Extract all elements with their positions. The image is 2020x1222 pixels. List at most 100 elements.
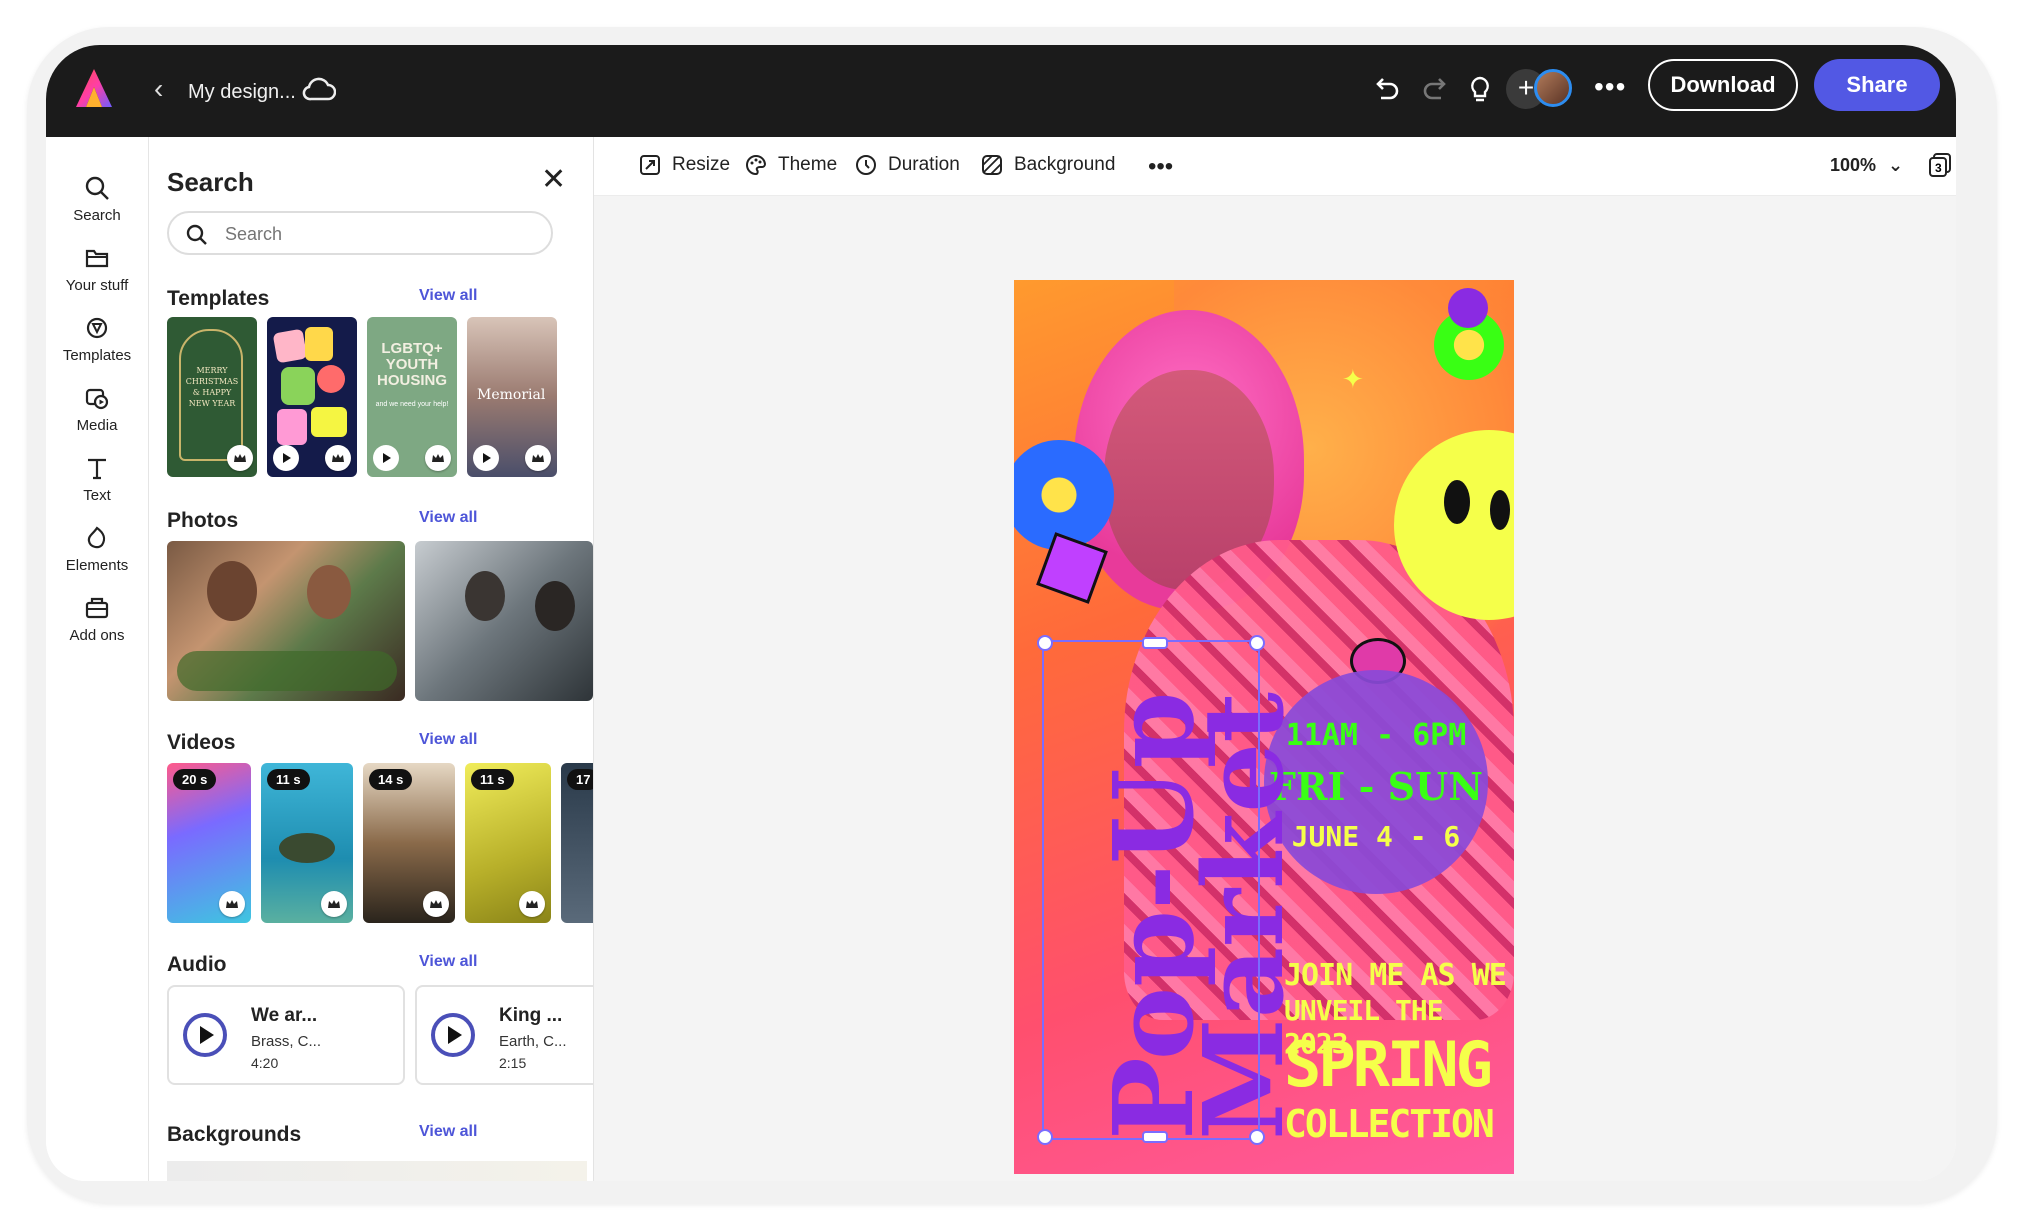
- play-icon[interactable]: [373, 445, 399, 471]
- panel-title: Search: [167, 167, 254, 197]
- rail-label: Add ons: [69, 627, 125, 644]
- play-icon[interactable]: [183, 1013, 227, 1057]
- template-thumb-christmas[interactable]: MERRY CHRISTMAS & HAPPY NEW YEAR: [167, 317, 257, 477]
- poster-collection[interactable]: COLLECTION: [1284, 1102, 1495, 1146]
- video-thumb[interactable]: 20 s: [167, 763, 251, 923]
- folder-icon: [85, 249, 109, 268]
- video-thumb[interactable]: 17: [561, 763, 593, 923]
- pages-icon[interactable]: 3: [1926, 151, 1954, 179]
- video-thumb[interactable]: 11 s: [465, 763, 551, 923]
- rail-item-add-ons[interactable]: Add ons: [46, 595, 148, 644]
- zoom-value: 100%: [1830, 155, 1877, 175]
- selection-box[interactable]: [1037, 635, 1265, 1145]
- video-thumb[interactable]: 14 s: [363, 763, 455, 923]
- template-thumb-party[interactable]: [267, 317, 357, 477]
- download-button[interactable]: Download: [1648, 59, 1798, 111]
- theme-label: Theme: [778, 154, 838, 175]
- template-subtext: and we need your help!: [375, 401, 449, 408]
- rail-label: Your stuff: [65, 277, 129, 294]
- background-button[interactable]: Background: [980, 153, 1115, 177]
- chevron-down-icon: ⌄: [1888, 155, 1904, 175]
- top-bar: ‹ My design... + ••• Download Share: [46, 45, 1956, 137]
- duration-button[interactable]: Duration: [854, 153, 960, 177]
- resize-button[interactable]: Resize: [638, 153, 730, 177]
- resize-handle[interactable]: [1249, 1129, 1265, 1145]
- poster-join-line-1[interactable]: JOIN ME AS WE: [1284, 958, 1507, 993]
- avatar[interactable]: [1534, 69, 1572, 107]
- elements-icon: [87, 526, 106, 549]
- play-icon[interactable]: [431, 1013, 475, 1057]
- text-icon: [88, 458, 106, 480]
- audio-title: We ar...: [251, 1005, 318, 1026]
- backgrounds-thumbs[interactable]: [167, 1161, 587, 1181]
- premium-crown-icon: [423, 891, 449, 917]
- resize-icon: [640, 155, 660, 175]
- resize-handle[interactable]: [1249, 635, 1265, 651]
- audio-card[interactable]: King ... Earth, C... 2:15: [415, 985, 593, 1085]
- resize-handle[interactable]: [1142, 637, 1168, 649]
- photo-thumb-office[interactable]: [415, 541, 593, 701]
- more-icon[interactable]: •••: [1594, 71, 1626, 103]
- chevron-left-icon[interactable]: ‹: [154, 73, 163, 105]
- share-button[interactable]: Share: [1814, 59, 1940, 111]
- audio-view-all-link[interactable]: View all: [419, 953, 477, 971]
- video-duration: 17: [567, 769, 593, 790]
- palette-icon: [746, 154, 767, 176]
- rail-item-templates[interactable]: Templates: [46, 315, 148, 364]
- rail-item-media[interactable]: Media: [46, 385, 148, 434]
- rail-label: Text: [83, 487, 111, 504]
- premium-crown-icon: [425, 445, 451, 471]
- backgrounds-view-all-link[interactable]: View all: [419, 1123, 477, 1141]
- video-duration: 14 s: [369, 769, 413, 790]
- adobe-express-logo[interactable]: [74, 67, 114, 109]
- audio-card[interactable]: We ar... Brass, C... 4:20: [167, 985, 405, 1085]
- template-thumb-memorial[interactable]: Memorial: [467, 317, 557, 477]
- section-title-photos: Photos: [167, 509, 239, 532]
- template-thumb-lgbtq[interactable]: LGBTQ+ YOUTH HOUSING and we need your he…: [367, 317, 457, 477]
- more-icon[interactable]: •••: [1148, 153, 1173, 181]
- document-title[interactable]: My design...: [188, 81, 296, 104]
- resize-handle[interactable]: [1142, 1131, 1168, 1143]
- video-thumb[interactable]: 11 s: [261, 763, 353, 923]
- play-icon[interactable]: [273, 445, 299, 471]
- photo-thumb-cooking[interactable]: [167, 541, 405, 701]
- premium-crown-icon: [321, 891, 347, 917]
- undo-icon[interactable]: [1366, 69, 1406, 109]
- rail-item-search[interactable]: Search: [46, 175, 148, 224]
- rail-item-your-stuff[interactable]: Your stuff: [46, 245, 148, 294]
- cloud-icon[interactable]: [302, 75, 336, 103]
- add-ons-icon: [85, 597, 109, 619]
- sparkle-icon: ✦: [1342, 364, 1364, 394]
- premium-crown-icon: [227, 445, 253, 471]
- resize-handle[interactable]: [1037, 1129, 1053, 1145]
- videos-view-all-link[interactable]: View all: [419, 731, 477, 749]
- theme-button[interactable]: Theme: [744, 153, 837, 177]
- poster-spring[interactable]: SPRING: [1284, 1028, 1493, 1101]
- premium-crown-icon: [525, 445, 551, 471]
- photos-view-all-link[interactable]: View all: [419, 509, 477, 527]
- clock-icon: [856, 155, 876, 175]
- rail-item-text[interactable]: Text: [46, 455, 148, 504]
- audio-title: King ...: [499, 1005, 563, 1026]
- search-field[interactable]: [167, 211, 553, 255]
- left-rail: Search Your stuff Templates Media Text E…: [46, 137, 149, 1181]
- search-input[interactable]: [223, 221, 527, 247]
- resize-handle[interactable]: [1037, 635, 1053, 651]
- redo-icon[interactable]: [1416, 69, 1456, 109]
- lightbulb-icon[interactable]: [1460, 69, 1500, 109]
- section-title-audio: Audio: [167, 953, 227, 976]
- zoom-select[interactable]: 100% ⌄: [1830, 155, 1903, 176]
- premium-crown-icon: [519, 891, 545, 917]
- media-icon: [85, 388, 109, 410]
- audio-artist: Earth, C...: [499, 1033, 567, 1050]
- section-title-templates: Templates: [167, 287, 270, 310]
- play-icon[interactable]: [473, 445, 499, 471]
- rail-item-elements[interactable]: Elements: [46, 525, 148, 574]
- canvas-area[interactable]: ✦ 11AM - 6PM FRI - SUN JUNE 4 - 6 Pop-Up…: [594, 196, 1956, 1181]
- templates-view-all-link[interactable]: View all: [419, 287, 477, 305]
- search-icon: [85, 176, 109, 200]
- audio-duration: 2:15: [499, 1055, 527, 1071]
- design-poster[interactable]: ✦ 11AM - 6PM FRI - SUN JUNE 4 - 6 Pop-Up…: [1014, 280, 1514, 1174]
- close-icon[interactable]: ✕: [541, 165, 566, 195]
- template-text: MERRY CHRISTMAS & HAPPY NEW YEAR: [185, 366, 239, 408]
